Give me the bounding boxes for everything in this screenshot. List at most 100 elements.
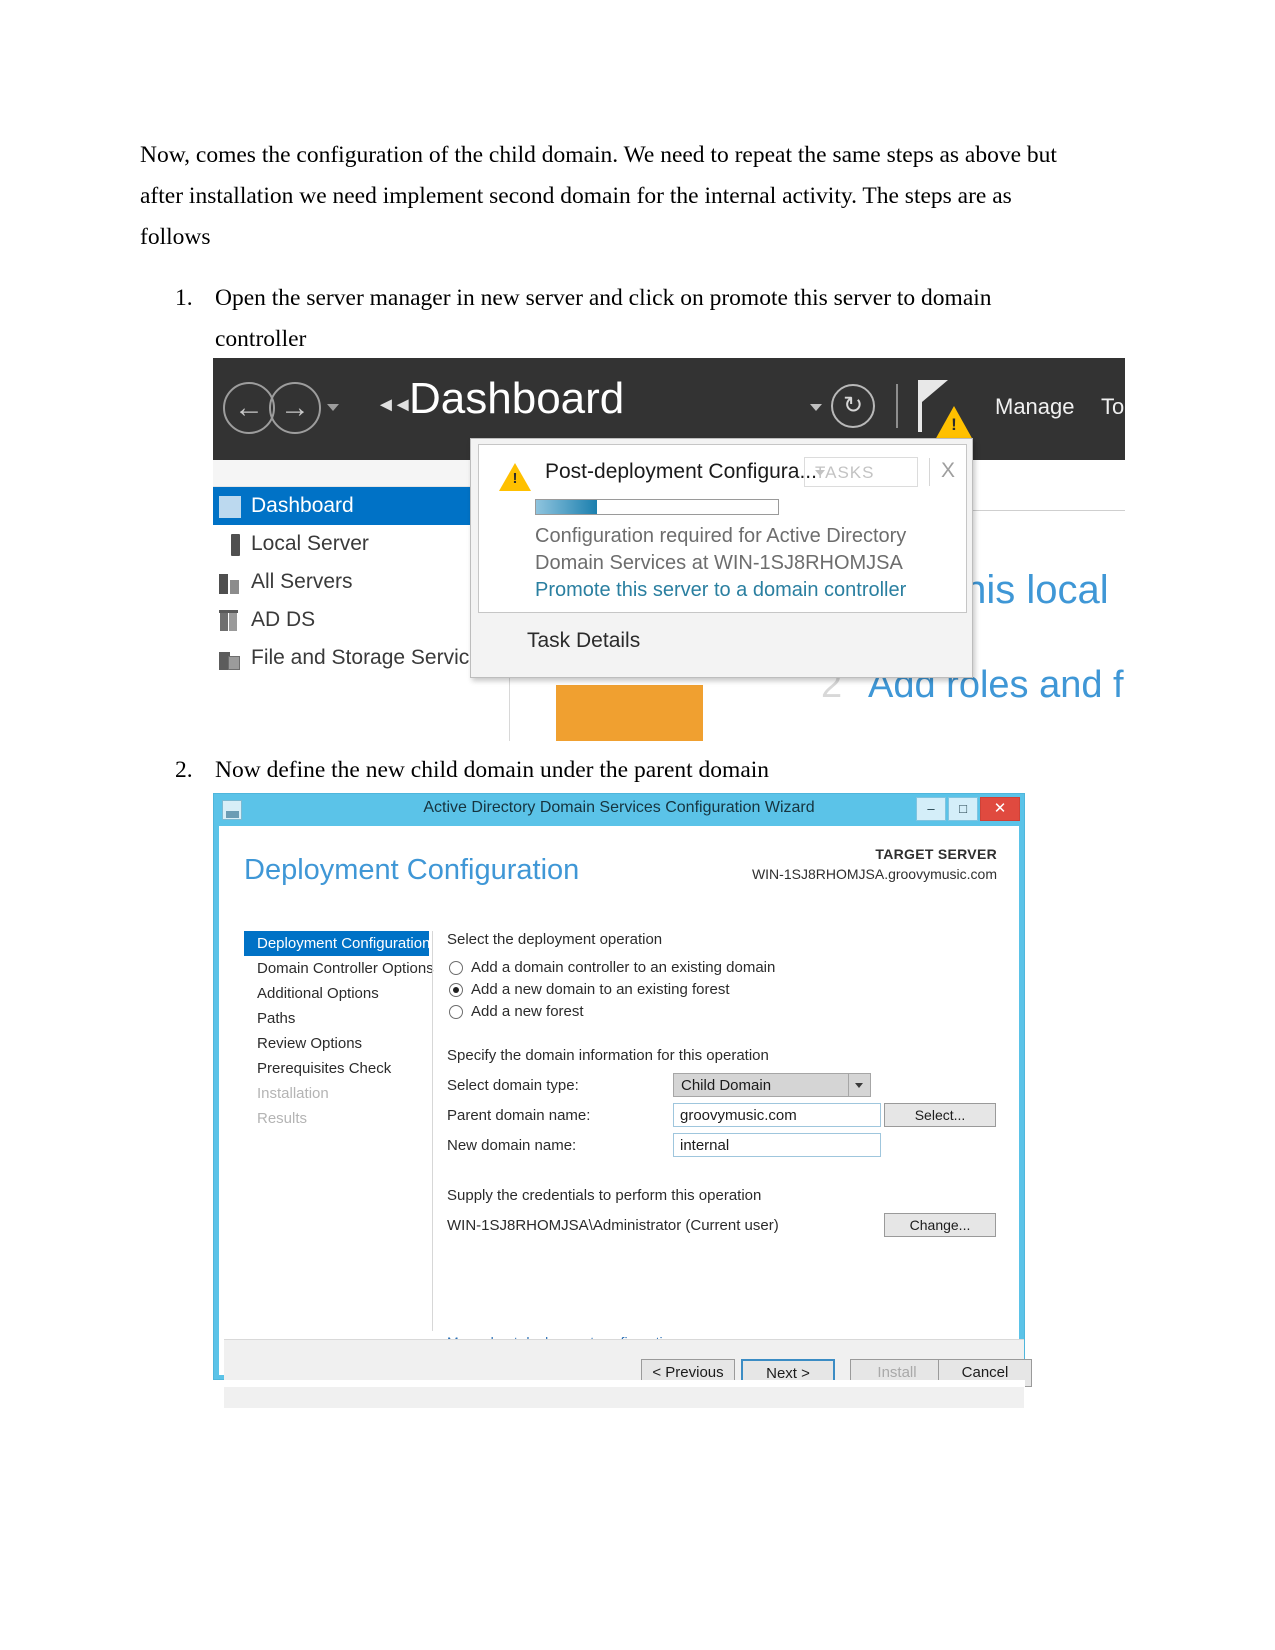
sidebar-item-label: Dashboard (251, 494, 354, 517)
radio-icon (449, 961, 463, 975)
chevron-down-icon[interactable] (848, 1074, 870, 1096)
close-button[interactable]: ✕ (980, 797, 1020, 821)
notification-title: Post-deployment Configura... (545, 460, 817, 483)
adds-wizard-screenshot: Active Directory Domain Services Configu… (213, 793, 1032, 1408)
wizard-window-title: Active Directory Domain Services Configu… (423, 799, 815, 816)
parent-domain-row: Parent domain name: groovymusic.com Sele… (447, 1103, 1007, 1131)
adds-icon (219, 610, 241, 632)
wizard-step-additional-options[interactable]: Additional Options (244, 981, 429, 1006)
step-1-container: 1. Open the server manager in new server… (140, 278, 1070, 360)
server-icon (219, 534, 241, 556)
domain-type-label: Select domain type: (447, 1077, 579, 1094)
wizard-step-prerequisites-check[interactable]: Prerequisites Check (244, 1056, 429, 1081)
close-icon[interactable]: X (941, 459, 955, 483)
tile-divider (509, 676, 510, 741)
sidebar-item-label: Local Server (251, 532, 369, 555)
domain-information-section-label: Specify the domain information for this … (447, 1047, 769, 1064)
notification-description: Configuration required for Active Direct… (535, 525, 907, 574)
wizard-step-domain-controller-options[interactable]: Domain Controller Options (244, 956, 434, 981)
parent-domain-label: Parent domain name: (447, 1107, 591, 1124)
wizard-body: Deployment Configuration TARGET SERVER W… (219, 826, 1032, 1408)
sidebar-item-dashboard[interactable]: Dashboard (213, 487, 509, 525)
refresh-icon[interactable]: ↻ (831, 384, 875, 428)
tools-menu[interactable]: Tools (1101, 394, 1125, 420)
manage-menu[interactable]: Manage (995, 394, 1075, 420)
new-domain-input[interactable]: internal (673, 1133, 881, 1157)
list-item: 1. Open the server manager in new server… (140, 278, 1070, 360)
wizard-content-pane: Select the deployment operation Add a do… (447, 931, 1007, 1245)
progress-bar (535, 499, 779, 515)
wizard-step-review-options[interactable]: Review Options (244, 1031, 429, 1056)
domain-type-select[interactable]: Child Domain (673, 1073, 871, 1097)
warning-badge-icon[interactable]: ! (935, 406, 973, 440)
target-server-value: WIN-1SJ8RHOMJSA.groovymusic.com (751, 866, 997, 882)
promote-server-link[interactable]: Promote this server to a domain controll… (535, 579, 906, 602)
new-domain-row: New domain name: internal (447, 1133, 1007, 1161)
radio-label: Add a domain controller to an existing d… (471, 959, 776, 976)
new-domain-value: internal (680, 1137, 730, 1154)
target-server-label: TARGET SERVER (875, 846, 997, 862)
radio-add-domain-controller[interactable]: Add a domain controller to an existing d… (447, 957, 1007, 979)
sidebar-item-label: All Servers (251, 570, 353, 593)
new-domain-label: New domain name: (447, 1137, 577, 1154)
maximize-button[interactable]: □ (948, 797, 978, 821)
credentials-section-label: Supply the credentials to perform this o… (447, 1187, 762, 1204)
domain-type-value: Child Domain (681, 1077, 772, 1094)
radio-icon (449, 1005, 463, 1019)
sidebar-item-ad-ds[interactable]: AD DS (213, 601, 509, 639)
task-details-link[interactable]: Task Details (527, 629, 640, 653)
notification-card: ! Post-deployment Configura... TASKS X C… (478, 444, 967, 613)
select-button[interactable]: Select... (884, 1103, 996, 1127)
radio-label: Add a new forest (471, 1003, 584, 1020)
back-arrow-icon[interactable]: ← (223, 382, 275, 434)
chevron-down-icon (815, 470, 825, 476)
sidebar-item-all-servers[interactable]: All Servers (213, 563, 509, 601)
deployment-operation-section-label: Select the deployment operation (447, 931, 663, 948)
sidebar-item-label: File and Storage Service (251, 646, 481, 669)
sidebar-item-label: AD DS (251, 608, 316, 631)
sidebar-spacer (213, 460, 509, 487)
tasks-dropdown[interactable]: TASKS (804, 457, 918, 487)
radio-label: Add a new domain to an existing forest (471, 981, 730, 998)
wizard-step-installation: Installation (257, 1085, 329, 1102)
quick-start-local-text: this local (953, 568, 1109, 612)
radio-add-new-forest[interactable]: Add a new forest (447, 1001, 1007, 1023)
wizard-step-paths[interactable]: Paths (244, 1006, 429, 1031)
progress-bar-fill (536, 500, 597, 514)
list-item: 2. Now define the new child domain under… (140, 750, 1070, 791)
forward-arrow-icon[interactable]: → (269, 382, 321, 434)
wizard-titlebar: Active Directory Domain Services Configu… (214, 794, 1024, 826)
credentials-row: WIN-1SJ8RHOMJSA\Administrator (Current u… (447, 1213, 1007, 1243)
wizard-window: Active Directory Domain Services Configu… (213, 793, 1032, 1408)
wizard-vertical-divider (432, 931, 433, 1331)
window-controls: – □ ✕ (914, 797, 1020, 821)
list-item-number: 1. (175, 285, 193, 311)
sidebar-item-local-server[interactable]: Local Server (213, 525, 509, 563)
server-manager-screenshot: ← → ◄◄ Dashboard ↻ ! Manage Tools Dashbo… (213, 358, 1125, 741)
radio-icon-selected (449, 983, 463, 997)
collapse-icon[interactable]: ◄◄ (376, 394, 413, 417)
wizard-step-list: Deployment Configuration Domain Controll… (244, 931, 434, 1131)
document-body: Now, comes the configuration of the chil… (140, 135, 1070, 272)
server-manager-sidebar: Dashboard Local Server All Servers AD DS… (213, 460, 509, 741)
notification-flyout: ! Post-deployment Configura... TASKS X C… (470, 438, 973, 678)
wizard-footer: < Previous Next > Install Cancel (224, 1339, 1032, 1408)
parent-domain-input[interactable]: groovymusic.com (673, 1103, 881, 1127)
wizard-page-heading: Deployment Configuration (244, 854, 580, 886)
change-credentials-button[interactable]: Change... (884, 1213, 996, 1237)
radio-add-new-domain[interactable]: Add a new domain to an existing forest (447, 979, 1007, 1001)
wizard-step-deployment-configuration[interactable]: Deployment Configuration (244, 931, 430, 956)
parent-domain-value: groovymusic.com (680, 1107, 797, 1124)
notifications-chevron-icon[interactable] (810, 404, 822, 411)
step-2-container: 2. Now define the new child domain under… (140, 750, 1070, 791)
list-item-number: 2. (175, 757, 193, 783)
orange-status-tile[interactable] (556, 685, 703, 741)
minimize-button[interactable]: – (916, 797, 946, 821)
notification-divider (929, 458, 930, 486)
page-title: Dashboard (409, 374, 625, 423)
navigation-arrows[interactable]: ← → (221, 382, 351, 438)
sidebar-item-file-and-storage[interactable]: File and Storage Service (213, 639, 509, 677)
wizard-step-results: Results (257, 1110, 308, 1127)
wizard-bottom-strip (213, 1380, 1025, 1387)
chevron-down-icon[interactable] (327, 404, 339, 411)
